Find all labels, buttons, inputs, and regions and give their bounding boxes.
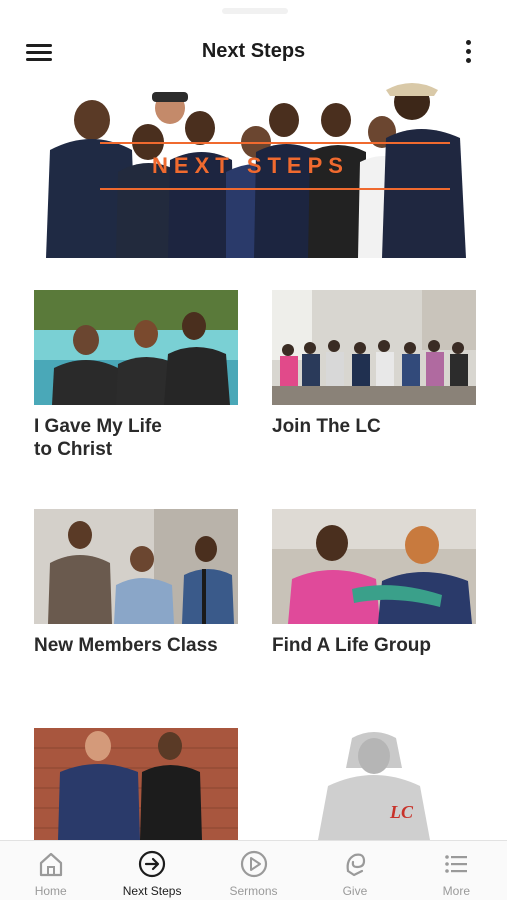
tab-home[interactable]: Home [0, 841, 101, 900]
play-circle-icon [240, 850, 267, 878]
tab-label: Next Steps [122, 884, 182, 898]
hero-title: NEXT STEPS [152, 153, 349, 178]
tab-label: More [442, 884, 470, 898]
tab-label: Home [34, 884, 67, 898]
card-join-the-lc[interactable]: Join The LC [272, 290, 476, 438]
card-label: Join The LC [272, 416, 381, 437]
bottom-tab-bar: Home Next Steps Sermons Give More [0, 840, 507, 900]
card-image [34, 728, 238, 840]
arrow-circle-icon [139, 850, 166, 878]
tab-label: Give [342, 884, 368, 898]
card-image [34, 290, 238, 405]
card-find-a-life-group[interactable]: Find A Life Group [272, 509, 476, 657]
page-title: Next Steps [201, 40, 306, 62]
app-header: Next Steps [0, 22, 507, 82]
card-image [272, 509, 476, 624]
tab-sermons[interactable]: Sermons [203, 841, 304, 900]
home-icon [39, 852, 62, 877]
card-label: New Members Class [34, 635, 218, 656]
card-merch-hoodie[interactable]: LC [272, 728, 476, 840]
card-label: Find A Life Group [272, 635, 432, 656]
list-icon [445, 855, 468, 873]
card-new-members-class[interactable]: New Members Class [34, 509, 238, 657]
card-merch-people[interactable] [34, 728, 238, 840]
card-image [272, 290, 476, 405]
card-image [272, 728, 476, 840]
tab-label: Sermons [229, 884, 278, 898]
card-gave-my-life[interactable]: I Gave My Life to Christ [34, 290, 238, 461]
status-bar [0, 0, 507, 22]
card-image [34, 509, 238, 624]
more-options-button[interactable] [458, 38, 480, 68]
tab-next-steps[interactable]: Next Steps [101, 841, 202, 900]
tab-more[interactable]: More [406, 841, 507, 900]
kebab-icon [466, 40, 471, 45]
lc-logo: LC [390, 802, 414, 822]
hero-banner[interactable]: NEXT STEPS [20, 80, 481, 258]
card-label: I Gave My Life to Christ [34, 416, 162, 460]
tab-give[interactable]: Give [304, 841, 405, 900]
give-icon [346, 853, 366, 877]
